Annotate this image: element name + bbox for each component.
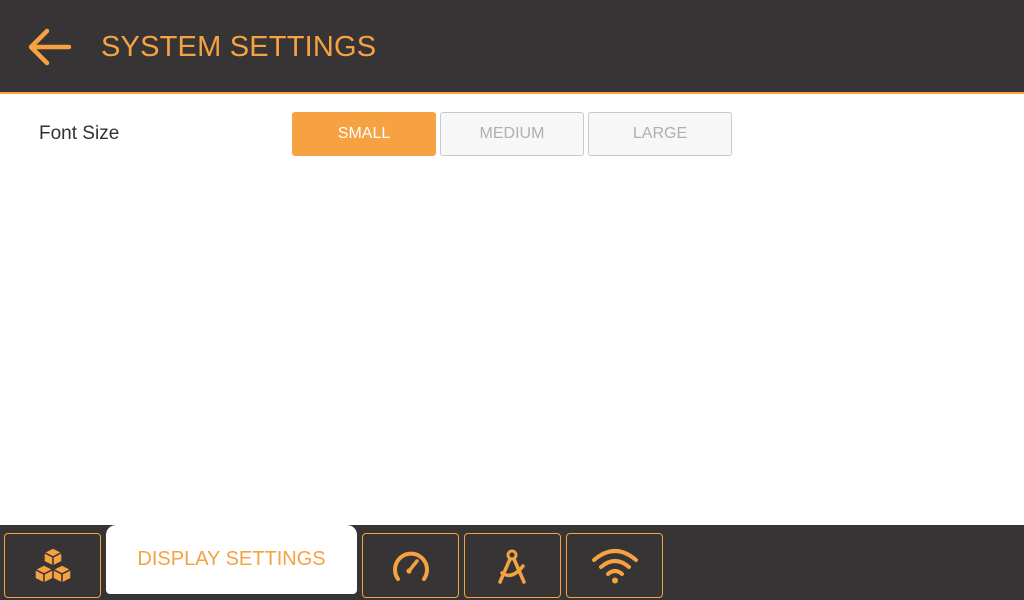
header-bar: SYSTEM SETTINGS	[0, 0, 1024, 94]
font-size-small-button[interactable]: SMALL	[292, 112, 436, 156]
tab-cubes[interactable]	[4, 533, 101, 598]
bottom-tab-bar: DISPLAY SETTINGS	[0, 525, 1024, 600]
tab-speedometer[interactable]	[362, 533, 459, 598]
font-size-large-button[interactable]: LARGE	[588, 112, 732, 156]
arrow-left-icon	[28, 28, 72, 66]
speedometer-icon	[392, 551, 429, 581]
wifi-icon	[591, 548, 638, 583]
tab-wifi[interactable]	[566, 533, 663, 598]
cubes-icon	[33, 546, 72, 584]
font-size-medium-button[interactable]: MEDIUM	[440, 112, 584, 156]
font-size-setting-row: Font Size SMALL MEDIUM LARGE	[0, 112, 1024, 156]
tab-compass-tool[interactable]	[464, 533, 561, 598]
page-title: SYSTEM SETTINGS	[101, 31, 377, 63]
tab-display-settings[interactable]: DISPLAY SETTINGS	[106, 525, 357, 594]
font-size-label: Font Size	[39, 123, 120, 144]
compass-tool-icon	[497, 549, 526, 584]
back-button[interactable]	[22, 24, 78, 70]
system-settings-screen: SYSTEM SETTINGS Font Size SMALL MEDIUM L…	[0, 0, 1024, 600]
